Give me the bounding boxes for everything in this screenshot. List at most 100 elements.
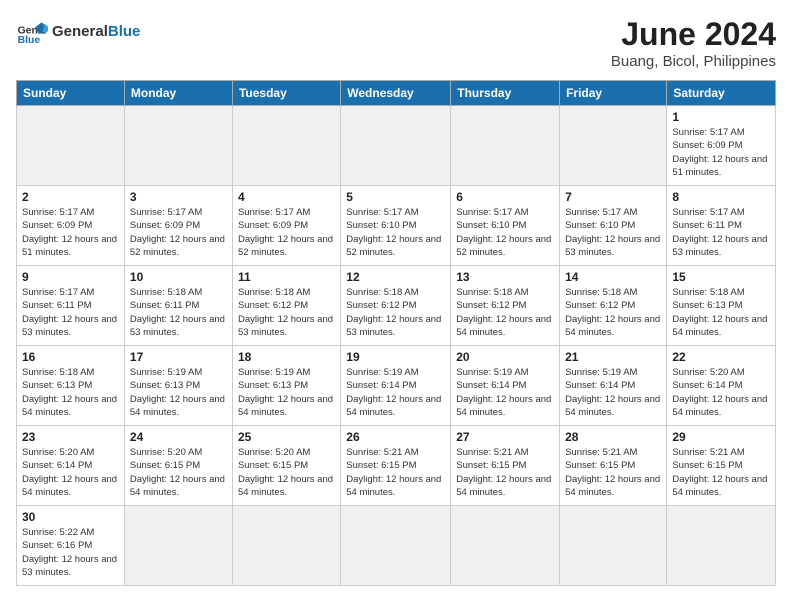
calendar-cell: 25Sunrise: 5:20 AM Sunset: 6:15 PM Dayli…: [232, 426, 340, 506]
day-number: 27: [456, 430, 554, 444]
weekday-tuesday: Tuesday: [232, 81, 340, 106]
day-info: Sunrise: 5:17 AM Sunset: 6:09 PM Dayligh…: [238, 206, 335, 259]
calendar-cell: 22 Sunrise: 5:20 AM Sunset: 6:14 PM Dayli…: [667, 346, 776, 426]
day-number: 13: [456, 270, 554, 284]
calendar-cell: [560, 506, 667, 586]
day-info: Sunrise: 5:20 AM Sunset: 6:14 PM Dayligh…: [22, 446, 119, 499]
calendar-cell: 26Sunrise: 5:21 AM Sunset: 6:15 PM Dayli…: [341, 426, 451, 506]
weekday-monday: Monday: [124, 81, 232, 106]
day-info: Sunrise: 5:17 AM Sunset: 6:11 PM Dayligh…: [672, 206, 770, 259]
day-number: 29: [672, 430, 770, 444]
calendar-cell: [232, 506, 340, 586]
day-info: Sunrise: 5:20 AM Sunset: 6:14 PM Dayligh…: [672, 366, 770, 419]
calendar-title: June 2024: [611, 16, 776, 53]
calendar-cell: 19 Sunrise: 5:19 AM Sunset: 6:14 PM Dayli…: [341, 346, 451, 426]
logo-general: General: [52, 23, 108, 40]
calendar-cell: 9 Sunrise: 5:17 AM Sunset: 6:11 PM Daylig…: [17, 266, 125, 346]
day-number: 18: [238, 350, 335, 364]
day-info: Sunrise: 5:18 AM Sunset: 6:13 PM Dayligh…: [22, 366, 119, 419]
calendar-cell: 17Sunrise: 5:19 AM Sunset: 6:13 PM Dayli…: [124, 346, 232, 426]
calendar-cell: 20 Sunrise: 5:19 AM Sunset: 6:14 PM Dayli…: [451, 346, 560, 426]
calendar-cell: [232, 106, 340, 186]
logo: General Blue GeneralBlue: [16, 16, 140, 48]
day-info: Sunrise: 5:18 AM Sunset: 6:12 PM Dayligh…: [565, 286, 661, 339]
calendar-cell: 24Sunrise: 5:20 AM Sunset: 6:15 PM Dayli…: [124, 426, 232, 506]
calendar-location: Buang, Bicol, Philippines: [611, 53, 776, 70]
calendar-cell: 2Sunrise: 5:17 AM Sunset: 6:09 PM Daylig…: [17, 186, 125, 266]
calendar-week-5: 30 Sunrise: 5:22 AM Sunset: 6:16 PM Dayli…: [17, 506, 776, 586]
calendar-cell: [451, 506, 560, 586]
calendar-week-0: 1 Sunrise: 5:17 AM Sunset: 6:09 PM Daylig…: [17, 106, 776, 186]
calendar-cell: 18 Sunrise: 5:19 AM Sunset: 6:13 PM Dayli…: [232, 346, 340, 426]
title-block: June 2024 Buang, Bicol, Philippines: [611, 16, 776, 70]
day-info: Sunrise: 5:19 AM Sunset: 6:13 PM Dayligh…: [130, 366, 227, 419]
calendar-cell: [341, 106, 451, 186]
calendar-cell: 16 Sunrise: 5:18 AM Sunset: 6:13 PM Dayli…: [17, 346, 125, 426]
day-number: 1: [672, 110, 770, 124]
day-info: Sunrise: 5:17 AM Sunset: 6:11 PM Dayligh…: [22, 286, 119, 339]
calendar-cell: 14Sunrise: 5:18 AM Sunset: 6:12 PM Dayli…: [560, 266, 667, 346]
day-number: 7: [565, 190, 661, 204]
day-info: Sunrise: 5:19 AM Sunset: 6:14 PM Dayligh…: [565, 366, 661, 419]
calendar-cell: 21 Sunrise: 5:19 AM Sunset: 6:14 PM Dayli…: [560, 346, 667, 426]
calendar-cell: [124, 106, 232, 186]
day-info: Sunrise: 5:17 AM Sunset: 6:09 PM Dayligh…: [672, 126, 770, 179]
calendar-cell: 3 Sunrise: 5:17 AM Sunset: 6:09 PM Daylig…: [124, 186, 232, 266]
weekday-friday: Friday: [560, 81, 667, 106]
calendar-cell: [17, 106, 125, 186]
day-info: Sunrise: 5:18 AM Sunset: 6:13 PM Dayligh…: [672, 286, 770, 339]
day-info: Sunrise: 5:18 AM Sunset: 6:11 PM Dayligh…: [130, 286, 227, 339]
day-info: Sunrise: 5:19 AM Sunset: 6:13 PM Dayligh…: [238, 366, 335, 419]
day-info: Sunrise: 5:17 AM Sunset: 6:10 PM Dayligh…: [565, 206, 661, 259]
day-number: 30: [22, 510, 119, 524]
day-info: Sunrise: 5:17 AM Sunset: 6:10 PM Dayligh…: [456, 206, 554, 259]
day-info: Sunrise: 5:20 AM Sunset: 6:15 PM Dayligh…: [130, 446, 227, 499]
day-info: Sunrise: 5:22 AM Sunset: 6:16 PM Dayligh…: [22, 526, 119, 579]
day-number: 19: [346, 350, 445, 364]
day-info: Sunrise: 5:18 AM Sunset: 6:12 PM Dayligh…: [346, 286, 445, 339]
day-number: 16: [22, 350, 119, 364]
day-info: Sunrise: 5:21 AM Sunset: 6:15 PM Dayligh…: [456, 446, 554, 499]
day-info: Sunrise: 5:17 AM Sunset: 6:10 PM Dayligh…: [346, 206, 445, 259]
calendar-cell: 5Sunrise: 5:17 AM Sunset: 6:10 PM Daylig…: [341, 186, 451, 266]
day-info: Sunrise: 5:17 AM Sunset: 6:09 PM Dayligh…: [130, 206, 227, 259]
calendar-week-2: 9 Sunrise: 5:17 AM Sunset: 6:11 PM Daylig…: [17, 266, 776, 346]
calendar-cell: 8 Sunrise: 5:17 AM Sunset: 6:11 PM Daylig…: [667, 186, 776, 266]
calendar-cell: 10Sunrise: 5:18 AM Sunset: 6:11 PM Dayli…: [124, 266, 232, 346]
calendar-table: SundayMondayTuesdayWednesdayThursdayFrid…: [16, 80, 776, 586]
day-number: 2: [22, 190, 119, 204]
day-number: 23: [22, 430, 119, 444]
calendar-cell: 29Sunrise: 5:21 AM Sunset: 6:15 PM Dayli…: [667, 426, 776, 506]
day-number: 12: [346, 270, 445, 284]
calendar-cell: 6Sunrise: 5:17 AM Sunset: 6:10 PM Daylig…: [451, 186, 560, 266]
day-number: 20: [456, 350, 554, 364]
day-number: 28: [565, 430, 661, 444]
logo-icon: General Blue: [16, 16, 48, 48]
day-info: Sunrise: 5:21 AM Sunset: 6:15 PM Dayligh…: [565, 446, 661, 499]
day-info: Sunrise: 5:20 AM Sunset: 6:15 PM Dayligh…: [238, 446, 335, 499]
day-number: 11: [238, 270, 335, 284]
calendar-cell: 30 Sunrise: 5:22 AM Sunset: 6:16 PM Dayli…: [17, 506, 125, 586]
calendar-cell: 7 Sunrise: 5:17 AM Sunset: 6:10 PM Daylig…: [560, 186, 667, 266]
calendar-cell: 12 Sunrise: 5:18 AM Sunset: 6:12 PM Dayli…: [341, 266, 451, 346]
day-info: Sunrise: 5:19 AM Sunset: 6:14 PM Dayligh…: [456, 366, 554, 419]
calendar-cell: [560, 106, 667, 186]
calendar-cell: 27 Sunrise: 5:21 AM Sunset: 6:15 PM Dayli…: [451, 426, 560, 506]
day-number: 21: [565, 350, 661, 364]
day-info: Sunrise: 5:18 AM Sunset: 6:12 PM Dayligh…: [456, 286, 554, 339]
day-number: 4: [238, 190, 335, 204]
day-number: 9: [22, 270, 119, 284]
calendar-cell: 1 Sunrise: 5:17 AM Sunset: 6:09 PM Daylig…: [667, 106, 776, 186]
calendar-week-1: 2 Sunrise: 5:17 AM Sunset: 6:09 PM Daylig…: [17, 186, 776, 266]
weekday-thursday: Thursday: [451, 81, 560, 106]
calendar-cell: 13 Sunrise: 5:18 AM Sunset: 6:12 PM Dayli…: [451, 266, 560, 346]
day-info: Sunrise: 5:21 AM Sunset: 6:15 PM Dayligh…: [346, 446, 445, 499]
logo-blue: Blue: [108, 23, 141, 40]
calendar-cell: 23 Sunrise: 5:20 AM Sunset: 6:14 PM Dayli…: [17, 426, 125, 506]
calendar-cell: 4 Sunrise: 5:17 AM Sunset: 6:09 PM Daylig…: [232, 186, 340, 266]
day-info: Sunrise: 5:19 AM Sunset: 6:14 PM Dayligh…: [346, 366, 445, 419]
calendar-cell: 15Sunrise: 5:18 AM Sunset: 6:13 PM Dayli…: [667, 266, 776, 346]
day-number: 22: [672, 350, 770, 364]
day-number: 8: [672, 190, 770, 204]
day-number: 3: [130, 190, 227, 204]
